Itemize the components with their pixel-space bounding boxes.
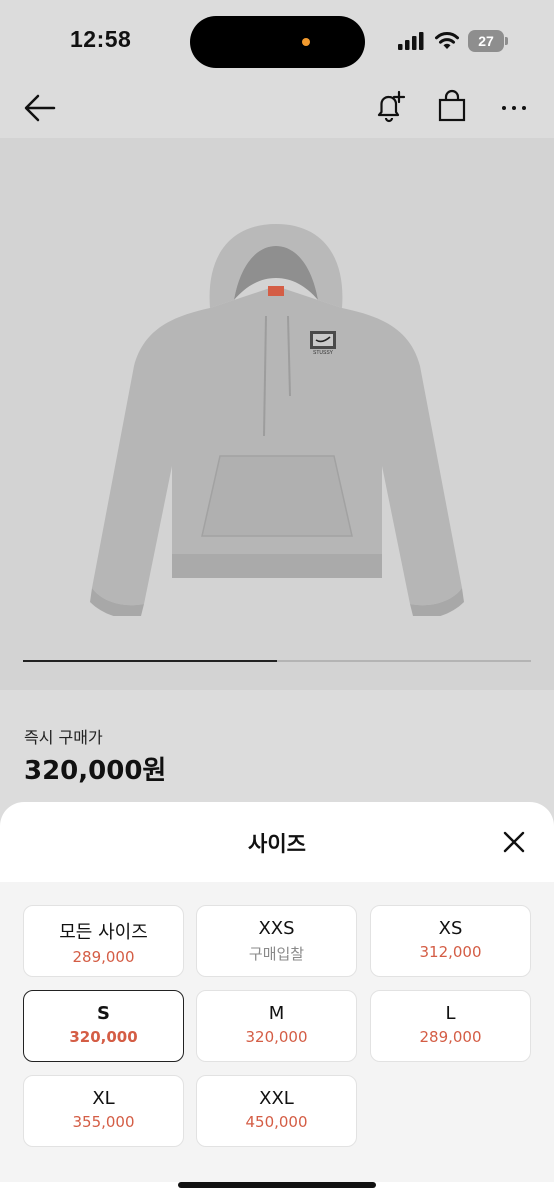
sheet-header: 사이즈 [0, 802, 554, 882]
size-option-name: XXL [259, 1088, 294, 1109]
size-option-price: 312,000 [419, 943, 482, 961]
close-icon[interactable] [500, 828, 528, 856]
size-option-name: M [268, 1003, 285, 1024]
product-image-area[interactable]: STUSSY [0, 138, 554, 690]
size-option[interactable]: M 320,000 [196, 990, 357, 1062]
size-option-price: 289,000 [72, 948, 135, 966]
size-option-name: 모든 사이즈 [59, 922, 148, 943]
size-option-name: L [445, 1003, 456, 1024]
image-progress-fill [23, 660, 277, 662]
size-bottom-sheet: 사이즈 모든 사이즈 289,000 XXS 구매입찰 XS 312,000 S 320,00… [0, 802, 554, 1200]
hoodie-image: STUSSY [90, 224, 464, 616]
size-option-price: 355,000 [72, 1113, 135, 1131]
shopping-bag-icon[interactable] [434, 88, 470, 124]
size-option-name: XXS [258, 918, 295, 939]
home-indicator [178, 1182, 376, 1188]
instant-buy-price-label: 즉시 구매가 [24, 728, 103, 747]
recording-dot [302, 38, 310, 46]
size-option[interactable]: L 289,000 [370, 990, 531, 1062]
battery-icon: 27 [468, 30, 508, 52]
wifi-icon [435, 32, 459, 49]
size-option-price: 289,000 [419, 1028, 482, 1046]
size-option[interactable]: 모든 사이즈 289,000 [23, 905, 184, 977]
size-option-price: 320,000 [245, 1028, 308, 1046]
back-arrow-icon[interactable] [22, 90, 58, 126]
size-option[interactable]: XXL 450,000 [196, 1075, 357, 1147]
bell-plus-icon[interactable] [372, 88, 408, 124]
size-option[interactable]: S 320,000 [23, 990, 184, 1062]
battery-cap [505, 37, 508, 45]
instant-buy-price-value: 320,000원 [24, 756, 167, 786]
price-section: 즉시 구매가 320,000원 [0, 690, 554, 810]
size-option[interactable]: XL 355,000 [23, 1075, 184, 1147]
image-progress-track [23, 660, 531, 662]
size-option-name: XS [438, 918, 463, 939]
size-option-price: 구매입찰 [248, 945, 305, 963]
size-option-name: XL [92, 1088, 115, 1109]
sheet-title: 사이즈 [248, 832, 306, 856]
size-option-name: S [97, 1003, 110, 1024]
size-option-price: 320,000 [69, 1028, 138, 1046]
size-option-price: 450,000 [245, 1113, 308, 1131]
battery-level: 27 [468, 30, 504, 52]
more-horizontal-icon[interactable] [496, 88, 532, 124]
nav-bar [0, 82, 554, 138]
signal-icon [398, 32, 424, 50]
size-option[interactable]: XS 312,000 [370, 905, 531, 977]
size-option[interactable]: XXS 구매입찰 [196, 905, 357, 977]
size-grid: 모든 사이즈 289,000 XXS 구매입찰 XS 312,000 S 320,000 M 32… [0, 882, 554, 1182]
status-bar: 12:58 27 [0, 0, 554, 82]
dynamic-island [190, 16, 365, 68]
chest-logo-text: STUSSY [313, 350, 334, 356]
status-time: 12:58 [70, 26, 132, 52]
